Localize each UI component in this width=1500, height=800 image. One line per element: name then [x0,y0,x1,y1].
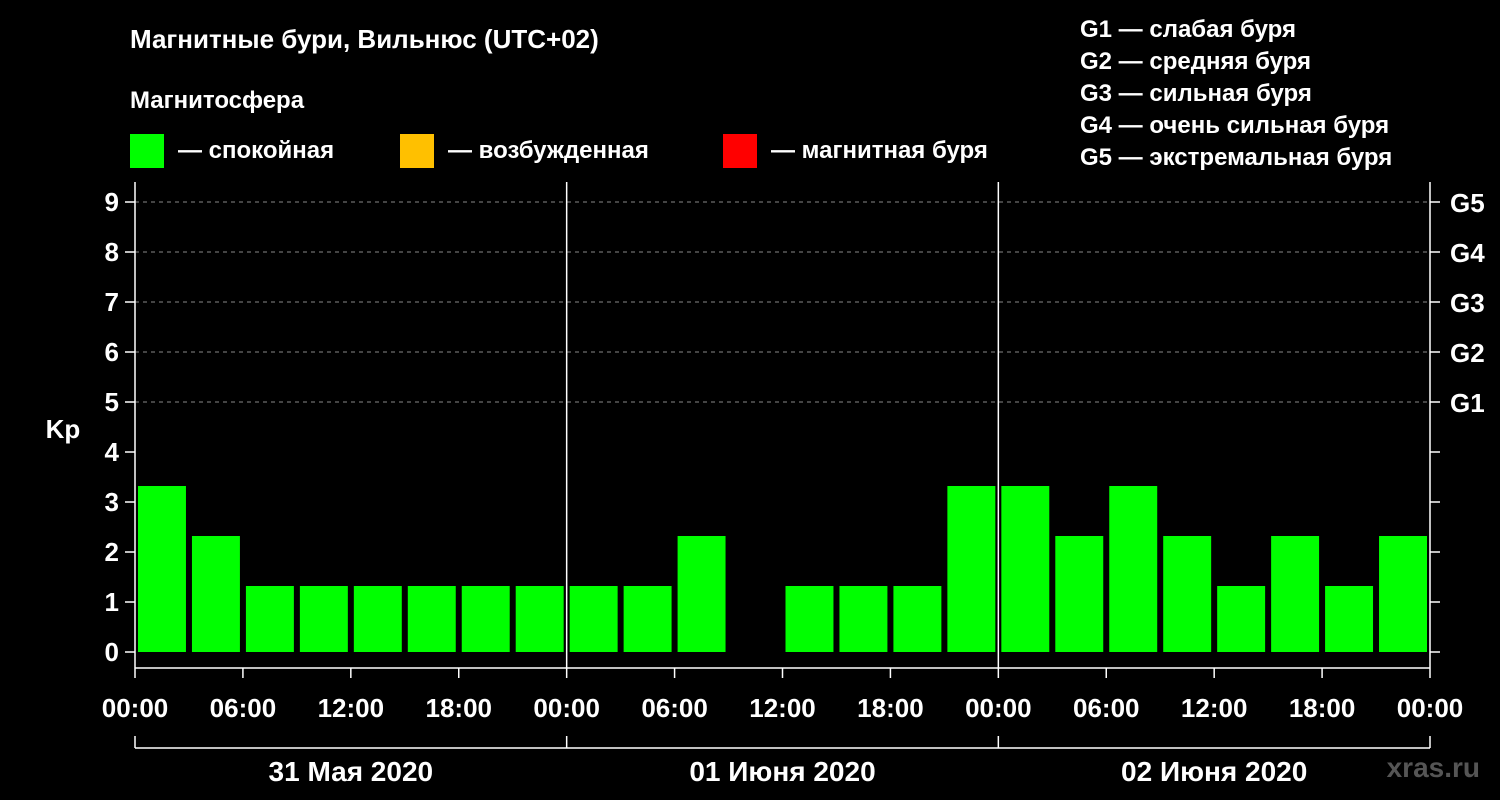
x-tick-label: 12:00 [318,693,385,723]
g-tick-label: G4 [1450,238,1485,268]
x-tick-label: 00:00 [533,693,600,723]
kp-bar [1055,536,1104,652]
x-tick-label: 06:00 [641,693,708,723]
g-tick-label: G1 [1450,388,1485,418]
x-tick-label: 00:00 [965,693,1032,723]
kp-bar [461,586,510,652]
x-tick-label: 12:00 [1181,693,1248,723]
kp-bar [191,536,240,652]
y-tick-label: 0 [105,637,119,667]
kp-bar [1271,536,1320,652]
y-axis-label: Kp [46,414,81,444]
kp-bar [353,586,402,652]
kp-bar [1379,536,1427,652]
y-tick-label: 9 [105,187,119,217]
kp-bar [407,586,456,652]
x-tick-label: 18:00 [1289,693,1356,723]
x-tick-label: 18:00 [857,693,924,723]
y-tick-label: 8 [105,237,119,267]
kp-bar [299,586,348,652]
x-tick-label: 12:00 [749,693,816,723]
kp-bar [1001,486,1050,652]
kp-bar [1217,586,1266,652]
kp-bar [947,486,996,652]
kp-bar [138,486,186,652]
kp-bar [245,586,294,652]
y-tick-label: 5 [105,387,119,417]
y-tick-label: 6 [105,337,119,367]
y-tick-label: 2 [105,537,119,567]
g-tick-label: G3 [1450,288,1485,318]
kp-bar [623,586,672,652]
x-tick-label: 00:00 [1397,693,1464,723]
x-tick-label: 18:00 [426,693,493,723]
kp-bar [677,536,726,652]
kp-bar [515,586,564,652]
day-label: 01 Июня 2020 [689,756,875,787]
y-tick-label: 7 [105,287,119,317]
x-tick-label: 06:00 [210,693,277,723]
kp-bar [1163,536,1212,652]
g-tick-label: G5 [1450,188,1485,218]
kp-bar [839,586,888,652]
day-label: 31 Мая 2020 [269,756,434,787]
kp-bar [1325,586,1374,652]
watermark: xras.ru [1386,752,1480,783]
y-tick-label: 4 [105,437,120,467]
kp-bar [569,586,618,652]
x-tick-label: 06:00 [1073,693,1140,723]
y-tick-label: 3 [105,487,119,517]
y-tick-label: 1 [105,587,119,617]
kp-bar-chart: 0 1 2 3 4 5 6 7 8 9 Kp G1 G2 G3 G4 G5 00:00 06:00 12:00 18:… [46,182,1485,787]
day-label: 02 Июня 2020 [1121,756,1307,787]
kp-bar [1109,486,1158,652]
kp-bar [785,586,834,652]
x-tick-label: 00:00 [102,693,169,723]
g-tick-label: G2 [1450,338,1485,368]
kp-bar [893,586,942,652]
